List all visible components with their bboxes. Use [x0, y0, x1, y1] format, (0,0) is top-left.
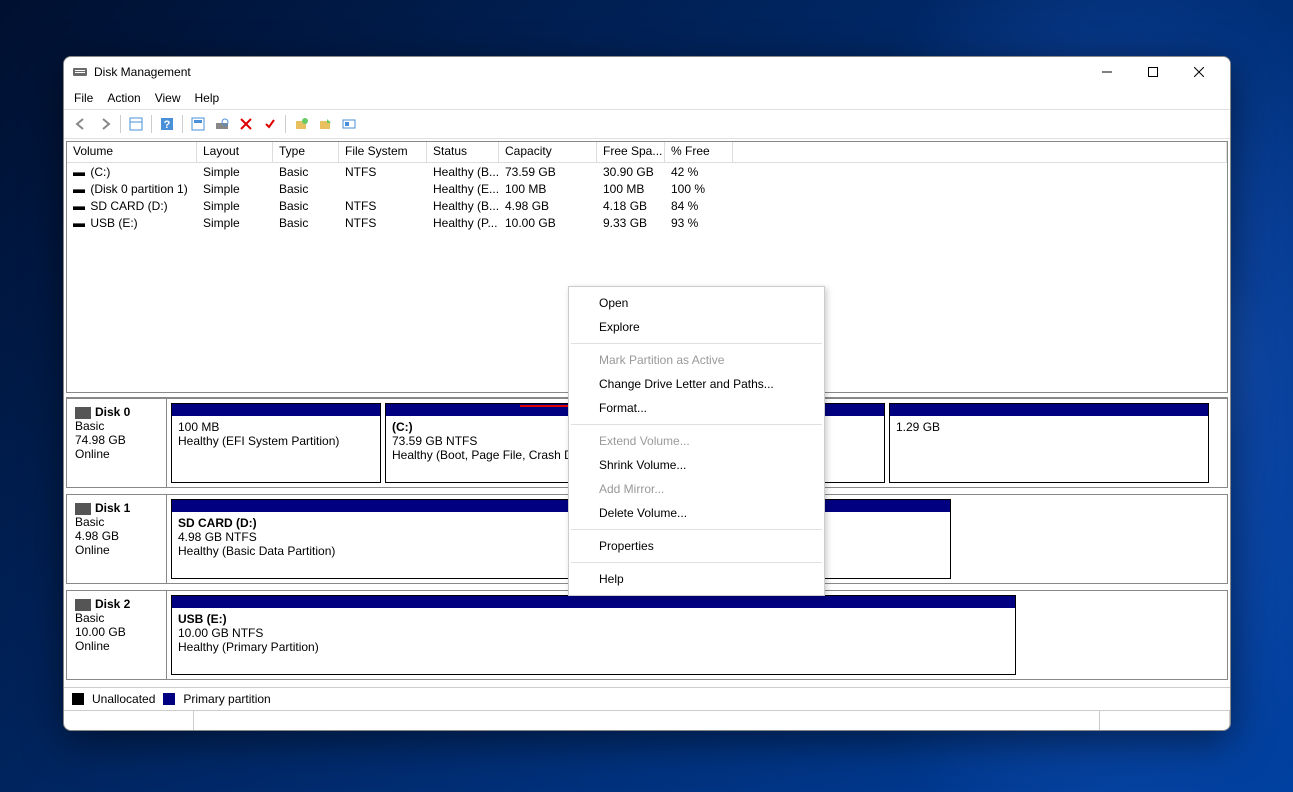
svg-text:?: ? — [164, 119, 171, 131]
volume-row[interactable]: ▬ (C:)SimpleBasicNTFSHealthy (B...73.59 … — [67, 163, 1227, 180]
col-type[interactable]: Type — [273, 142, 339, 162]
menu-separator — [571, 529, 822, 530]
volume-row[interactable]: ▬ (Disk 0 partition 1)SimpleBasicHealthy… — [67, 180, 1227, 197]
refresh-button[interactable] — [187, 113, 209, 135]
menu-item-change-drive-letter-and-paths[interactable]: Change Drive Letter and Paths... — [569, 372, 824, 396]
toolbar: ? — [64, 109, 1230, 139]
legend: Unallocated Primary partition — [64, 687, 1230, 710]
properties-button[interactable] — [259, 113, 281, 135]
menu-item-help[interactable]: Help — [569, 567, 824, 591]
menu-item-format[interactable]: Format... — [569, 396, 824, 420]
close-button[interactable] — [1176, 57, 1222, 87]
menu-item-add-mirror: Add Mirror... — [569, 477, 824, 501]
disk-label[interactable]: Disk 1Basic4.98 GBOnline — [67, 495, 167, 583]
menu-separator — [571, 562, 822, 563]
app-icon — [72, 64, 88, 80]
menu-separator — [571, 343, 822, 344]
rescan-button[interactable] — [211, 113, 233, 135]
partition[interactable]: 1.29 GB — [889, 403, 1209, 483]
action1-button[interactable] — [290, 113, 312, 135]
menu-item-explore[interactable]: Explore — [569, 315, 824, 339]
help-button[interactable]: ? — [156, 113, 178, 135]
partition[interactable]: SD CARD (D:)4.98 GB NTFSHealthy (Basic D… — [171, 499, 951, 579]
action2-button[interactable] — [314, 113, 336, 135]
disk-icon — [75, 503, 91, 515]
menu-help[interactable]: Help — [195, 91, 220, 105]
window-title: Disk Management — [94, 65, 1084, 79]
menu-item-shrink-volume[interactable]: Shrink Volume... — [569, 453, 824, 477]
menu-item-delete-volume[interactable]: Delete Volume... — [569, 501, 824, 525]
volume-row[interactable]: ▬ SD CARD (D:)SimpleBasicNTFSHealthy (B.… — [67, 197, 1227, 214]
menu-item-open[interactable]: Open — [569, 291, 824, 315]
disk-row: Disk 2Basic10.00 GBOnlineUSB (E:)10.00 G… — [66, 590, 1228, 680]
col-pct-free[interactable]: % Free — [665, 142, 733, 162]
disk-icon — [75, 599, 91, 611]
menu-view[interactable]: View — [155, 91, 181, 105]
legend-primary-label: Primary partition — [183, 692, 270, 706]
disk-icon — [75, 407, 91, 419]
menu-separator — [571, 424, 822, 425]
partition[interactable]: 100 MBHealthy (EFI System Partition) — [171, 403, 381, 483]
back-button[interactable] — [70, 113, 92, 135]
col-volume[interactable]: Volume — [67, 142, 197, 162]
disk-label[interactable]: Disk 2Basic10.00 GBOnline — [67, 591, 167, 679]
partition-context-menu: OpenExplore Mark Partition as ActiveChang… — [568, 286, 825, 596]
menubar: File Action View Help — [64, 87, 1230, 109]
minimize-button[interactable] — [1084, 57, 1130, 87]
menu-item-extend-volume: Extend Volume... — [569, 429, 824, 453]
statusbar — [64, 710, 1230, 730]
menu-item-mark-partition-as-active: Mark Partition as Active — [569, 348, 824, 372]
show-hide-button[interactable] — [125, 113, 147, 135]
col-free-space[interactable]: Free Spa... — [597, 142, 665, 162]
forward-button[interactable] — [94, 113, 116, 135]
legend-unallocated-swatch — [72, 693, 84, 705]
legend-primary-swatch — [163, 693, 175, 705]
menu-action[interactable]: Action — [107, 91, 140, 105]
col-filesystem[interactable]: File System — [339, 142, 427, 162]
menu-file[interactable]: File — [74, 91, 93, 105]
menu-item-properties[interactable]: Properties — [569, 534, 824, 558]
partition[interactable]: USB (E:)10.00 GB NTFSHealthy (Primary Pa… — [171, 595, 1016, 675]
col-status[interactable]: Status — [427, 142, 499, 162]
volume-row[interactable]: ▬ USB (E:)SimpleBasicNTFSHealthy (P...10… — [67, 214, 1227, 231]
col-capacity[interactable]: Capacity — [499, 142, 597, 162]
volume-list-header: Volume Layout Type File System Status Ca… — [67, 142, 1227, 163]
maximize-button[interactable] — [1130, 57, 1176, 87]
delete-button[interactable] — [235, 113, 257, 135]
action3-button[interactable] — [338, 113, 360, 135]
legend-unallocated-label: Unallocated — [92, 692, 155, 706]
titlebar: Disk Management — [64, 57, 1230, 87]
col-layout[interactable]: Layout — [197, 142, 273, 162]
disk-label[interactable]: Disk 0Basic74.98 GBOnline — [67, 399, 167, 487]
